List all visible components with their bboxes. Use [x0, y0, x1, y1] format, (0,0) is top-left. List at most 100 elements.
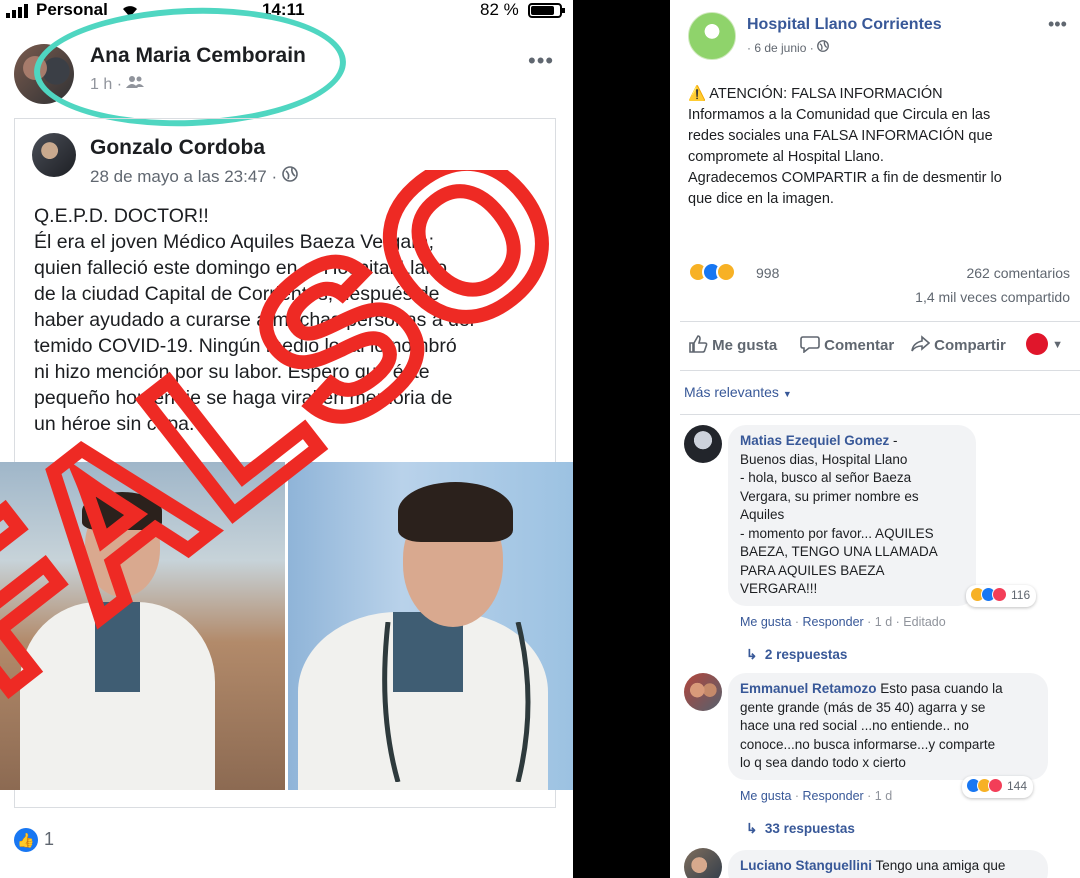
globe-icon: [817, 40, 829, 55]
comment-author[interactable]: Matias Ezequiel Gomez: [740, 433, 889, 448]
comment-label: Comentar: [824, 337, 895, 354]
post-photo-doctor-indoor[interactable]: [288, 462, 573, 790]
comment-line: - hola, busco al señor Baeza: [740, 470, 912, 485]
divider: [680, 414, 1080, 415]
battery-percent: 82 %: [480, 0, 519, 19]
post-time[interactable]: 1 h ·: [90, 76, 122, 93]
text-line: de la ciudad Capital de Corrientes, desp…: [34, 283, 440, 305]
post-meta: 1 h ·: [90, 75, 145, 94]
comment-author[interactable]: Luciano Stanguellini: [740, 858, 872, 873]
reaction-icons[interactable]: [688, 262, 736, 284]
comment-line: PARA AQUILES BAEZA: [740, 562, 885, 578]
share-icon: [910, 335, 934, 354]
comment-author[interactable]: Emmanuel Retamozo: [740, 681, 877, 696]
comment-sort-dropdown[interactable]: Más relevantes ▼: [684, 384, 792, 400]
comment-reaction-count: 144: [1007, 778, 1028, 793]
share-label: Compartir: [934, 337, 1006, 354]
hospital-post: Hospital Llano Corrientes · 6 de junio ·…: [670, 0, 1080, 878]
more-options-icon[interactable]: •••: [528, 48, 554, 74]
comment-like-link[interactable]: Me gusta: [740, 789, 791, 803]
comment-reply-link[interactable]: Responder: [803, 789, 864, 803]
replies-label: 2 respuestas: [764, 647, 848, 662]
comment-line: hace una red social ...no entiende.. no: [740, 718, 969, 733]
commenter-avatar[interactable]: [684, 848, 722, 878]
photo-shirt-shape: [95, 602, 140, 692]
reaction-emoji-icon: [1026, 333, 1048, 355]
commenter-avatar[interactable]: [684, 425, 722, 463]
globe-icon: [282, 166, 298, 186]
comment-line: conoce...no busca informarse...y compart…: [740, 736, 996, 752]
comment-reaction-count: 116: [1011, 587, 1031, 602]
comment-line: BAEZA, TENGO UNA LLAMADA: [740, 544, 938, 559]
status-bar: Personal 14:11 82 %: [0, 0, 573, 22]
shares-count[interactable]: 1,4 mil veces compartido: [915, 289, 1070, 305]
text-line: pequeño homenaje se haga viral en memori…: [34, 387, 453, 409]
share-button[interactable]: Compartir: [910, 335, 1006, 354]
carrier-label: Personal: [36, 0, 108, 19]
comment-reactions[interactable]: 144: [962, 776, 1034, 798]
like-summary[interactable]: 👍 1: [14, 828, 54, 852]
comment-reply-link[interactable]: Responder: [803, 615, 864, 629]
commenter-avatar[interactable]: [684, 673, 722, 711]
view-replies-link[interactable]: ↳ 2 respuestas: [746, 647, 847, 663]
text-line: que dice en la imagen.: [688, 191, 834, 207]
comments-count[interactable]: 262 comentarios: [966, 265, 1070, 281]
avatar[interactable]: [14, 44, 74, 104]
like-label: Me gusta: [712, 337, 778, 354]
view-replies-link[interactable]: ↳ 33 respuestas: [746, 821, 855, 837]
post-meta: · 6 de junio ·: [747, 40, 829, 55]
like-button[interactable]: Me gusta: [688, 335, 777, 354]
shared-post-text: Q.E.P.D. DOCTOR!! Él era el joven Médico…: [34, 203, 539, 437]
text-line: Informamos a la Comunidad que Circula en…: [688, 107, 991, 123]
text-line: ⚠️ ATENCIÓN: FALSA INFORMACIÓN: [688, 86, 943, 102]
text-line: temido COVID-19. Ningún medio local lo n…: [34, 335, 457, 357]
text-line: redes sociales una FALSA INFORMACIÓN que: [688, 128, 993, 144]
replies-label: 33 respuestas: [764, 821, 855, 836]
reactions-count[interactable]: 998: [756, 265, 779, 281]
comment-line: Esto pasa cuando la: [876, 681, 1003, 696]
text-line: Él era el joven Médico Aquiles Baeza Ver…: [34, 231, 434, 253]
sort-label: Más relevantes: [684, 384, 779, 400]
comment-reactions[interactable]: 116: [966, 585, 1037, 607]
text-line: Agradecemos COMPARTIR a fin de desmentir…: [688, 170, 1002, 186]
shared-post-time[interactable]: 28 de mayo a las 23:47 ·: [90, 167, 277, 186]
post-photo-doctor-outdoor[interactable]: [0, 462, 285, 790]
post-date[interactable]: · 6 de junio ·: [747, 41, 814, 55]
stethoscope-icon: [382, 622, 531, 782]
shared-post-author[interactable]: Gonzalo Cordoba: [90, 136, 265, 160]
comment-line: -: [889, 433, 898, 448]
more-options-icon[interactable]: •••: [1048, 14, 1067, 35]
shared-post-meta: 28 de mayo a las 23:47 ·: [90, 166, 298, 187]
reaction-selector[interactable]: ▼: [1026, 333, 1063, 355]
comment-time[interactable]: 1 d: [875, 615, 892, 629]
comment-line: Aquiles: [740, 507, 785, 522]
comment-line: Tengo una amiga que: [872, 858, 1006, 873]
love-reaction-icon: [988, 778, 1003, 794]
comment-line: - momento por favor... AQUILES: [740, 525, 934, 541]
comment-line: Buenos dias, Hospital Llano: [740, 451, 908, 467]
comment-like-link[interactable]: Me gusta: [740, 615, 791, 629]
comment-button[interactable]: Comentar: [800, 335, 894, 354]
mobile-screenshot: Personal 14:11 82 % Ana Maria Cemborain …: [0, 0, 573, 878]
comment-icon: [800, 336, 824, 354]
hospital-logo[interactable]: [688, 12, 736, 60]
love-reaction-icon: [992, 587, 1007, 603]
shared-avatar[interactable]: [32, 133, 76, 177]
comment-line: Vergara, su primer nombre es: [740, 488, 919, 504]
wifi-icon: [120, 2, 140, 23]
friends-icon: [126, 76, 145, 93]
text-line: Q.E.P.D. DOCTOR!!: [34, 205, 209, 227]
comment-line: gente grande (más de 35 40) agarra y se: [740, 699, 986, 715]
thumbs-up-icon: [688, 335, 712, 354]
post-author[interactable]: Ana Maria Cemborain: [90, 44, 306, 68]
comment-line: lo q sea dando todo x cierto: [740, 755, 906, 770]
comment-bubble: Matias Ezequiel Gomez - Buenos dias, Hos…: [728, 425, 976, 606]
post-text: ⚠️ ATENCIÓN: FALSA INFORMACIÓN Informamo…: [688, 84, 1068, 210]
text-line: haber ayudado a curarse a muchas persona…: [34, 309, 475, 331]
page-name[interactable]: Hospital Llano Corrientes: [747, 16, 942, 34]
comment-bubble: Luciano Stanguellini Tengo una amiga que: [728, 850, 1048, 878]
wow-reaction-icon: [716, 262, 736, 282]
chevron-down-icon: ▼: [782, 389, 792, 399]
like-count: 1: [44, 828, 55, 849]
comment-time[interactable]: 1 d: [875, 789, 892, 803]
